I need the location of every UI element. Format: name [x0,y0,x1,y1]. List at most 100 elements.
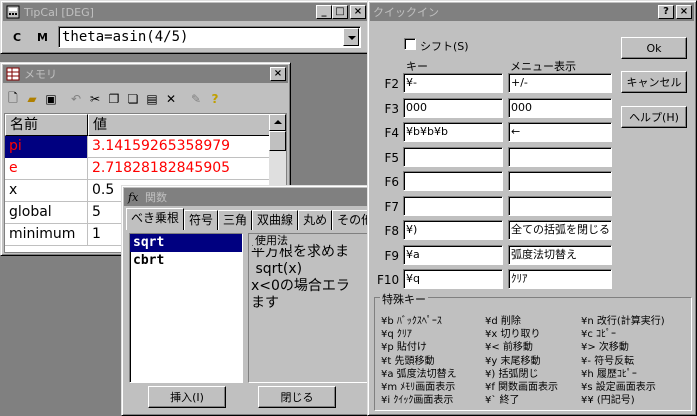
key-field[interactable]: ¥) [403,220,503,240]
ok-button[interactable]: Ok [621,37,687,59]
usage-text: 平方根を求めま sqrt(x) x<0の場合エラ ます [251,244,350,311]
key-field[interactable]: ¥a [403,244,503,265]
quickin-dialog: クイックイン ? × シフト(S) キー メニュー表示 F2 ¥- +/- F3 000… [367,0,697,416]
edit-icon[interactable]: ✎ [188,91,204,107]
memory-button[interactable]: M [37,31,48,44]
new-file-icon[interactable]: 🗋 [5,91,21,107]
expression-input[interactable]: theta=asin(4/5) [62,29,188,45]
memory-name-cell[interactable]: pi [5,136,88,158]
memory-titlebar[interactable]: メモリ × [3,65,288,83]
menu-header: メニュー表示 [510,60,576,73]
special-keys-group: 特殊キー ¥b ﾊﾞｯｸｽﾍﾟｰｽ ¥d 削除 ¥n 改行(計算実行) ¥q ｸﾘｱ ¥… [374,291,692,411]
memory-name-cell[interactable]: x [5,180,88,202]
clear-button[interactable]: C [13,31,21,44]
cancel-button[interactable]: キャンセル [621,71,687,93]
memory-title: メモリ [24,68,57,81]
tipcal-title: TipCal [DEG] [24,5,94,19]
memory-name-cell[interactable]: minimum [5,224,88,246]
functions-window: fx 関数 べき乗根 符号 三角 双曲線 丸め その他 sqrt cbrt 平方根を求めま … [121,185,398,416]
list-item[interactable]: sqrt [130,234,242,252]
save-icon[interactable]: ▣ [43,91,59,107]
copy-icon[interactable]: ❐ [106,91,122,107]
fkey-label: F5 [384,150,399,165]
tab-1[interactable]: 符号 [184,210,219,230]
fkey-label: F7 [384,199,399,214]
scroll-thumb[interactable] [269,131,286,151]
tipcal-window: TipCal [DEG] _ □ × C M theta=asin(4/5) [0,0,371,54]
function-icon: fx [127,191,139,204]
tab-0[interactable]: べき乗根 [126,208,185,230]
memory-value-cell[interactable]: 2.71828182845905 [88,158,271,180]
close-button[interactable]: × [350,5,366,19]
undo-icon[interactable]: ↶ [68,91,84,107]
fkey-label: F2 [384,77,399,91]
list-item[interactable]: cbrt [130,252,242,270]
memory-name-cell[interactable]: global [5,202,88,224]
memory-name-cell[interactable]: e [5,158,88,180]
special-key-item: ¥i ｸｲｯｸ画面表示 [381,395,454,407]
special-key-item: ¥` 終了 [485,395,520,407]
maximize-button[interactable]: □ [332,5,348,19]
fkey-label: F3 [384,101,399,116]
functions-title: 関数 [145,191,167,204]
column-header-value[interactable]: 値 [88,114,271,136]
insert-button[interactable]: 挿入(I) [148,386,226,408]
shift-label: シフト(S) [420,40,469,53]
paste-special-icon[interactable]: ▤ [144,91,160,107]
help-icon[interactable]: ? [207,91,223,107]
minimize-button[interactable]: _ [316,5,332,19]
special-key-item: ¥¥ (円記号) [581,395,635,407]
menu-field[interactable]: ｸﾘｱ [508,269,612,289]
column-header-name[interactable]: 名前 [5,114,88,136]
key-field[interactable] [403,146,503,167]
expression-combo[interactable]: theta=asin(4/5) [58,26,361,48]
quickin-close-button[interactable]: × [676,5,692,19]
menu-field[interactable]: 全ての括弧を閉じる [508,220,612,240]
memory-value-cell[interactable]: 3.14159265358979 [88,136,271,158]
combo-dropdown-button[interactable] [343,28,359,46]
menu-field[interactable]: +/- [508,73,612,93]
fkey-label: F8 [384,224,399,238]
key-field[interactable]: ¥q [403,269,503,289]
key-header: キー [406,60,428,73]
help-button[interactable]: ヘルプ(H) [621,106,687,128]
tab-3[interactable]: 双曲線 [252,210,299,230]
tab-4[interactable]: 丸め [298,210,333,230]
svg-text:fx: fx [127,191,139,204]
memory-close-button[interactable]: × [270,67,286,81]
cut-icon[interactable]: ✂ [87,91,103,107]
menu-field[interactable] [508,195,612,216]
table-row[interactable]: e 2.71828182845905 [5,158,271,180]
menu-field[interactable] [508,171,612,191]
fkey-label: F4 [384,126,399,140]
menu-field[interactable]: 弧度法切替え [508,244,612,265]
tipcal-titlebar[interactable]: TipCal [DEG] _ □ × [3,3,368,21]
function-list[interactable]: sqrt cbrt [129,233,243,383]
paste-icon[interactable]: ❏ [125,91,141,107]
key-field[interactable] [403,171,503,191]
memory-toolbar: 🗋 ▰ ▣ ↶ ✂ ❐ ❏ ▤ ✕ ✎ ? [5,87,223,111]
usage-label: 使用法 [253,234,290,248]
key-field[interactable]: 000 [403,97,503,118]
key-field[interactable]: ¥- [403,73,503,93]
key-field[interactable] [403,195,503,216]
fkey-label: F9 [384,248,399,263]
tab-2[interactable]: 三角 [218,210,253,230]
open-folder-icon[interactable]: ▰ [24,91,40,107]
quickin-titlebar[interactable]: クイックイン ? × [370,3,694,21]
scroll-up-button[interactable] [269,114,286,131]
context-help-button[interactable]: ? [658,5,674,19]
key-field[interactable]: ¥b¥b¥b [403,122,503,142]
close-functions-button[interactable]: 閉じる [258,386,336,408]
fkey-label: F10 [377,273,400,287]
menu-field[interactable]: 000 [508,97,612,118]
menu-field[interactable]: ← [508,122,612,142]
quickin-title: クイックイン [373,6,439,19]
table-row[interactable]: pi 3.14159265358979 [5,136,271,158]
function-tabs: べき乗根 符号 三角 双曲線 丸め その他 [126,208,379,230]
functions-titlebar[interactable]: fx 関数 [124,188,393,206]
menu-field[interactable] [508,146,612,167]
shift-checkbox[interactable] [404,38,416,50]
fkey-label: F6 [384,175,399,189]
delete-icon[interactable]: ✕ [163,91,179,107]
